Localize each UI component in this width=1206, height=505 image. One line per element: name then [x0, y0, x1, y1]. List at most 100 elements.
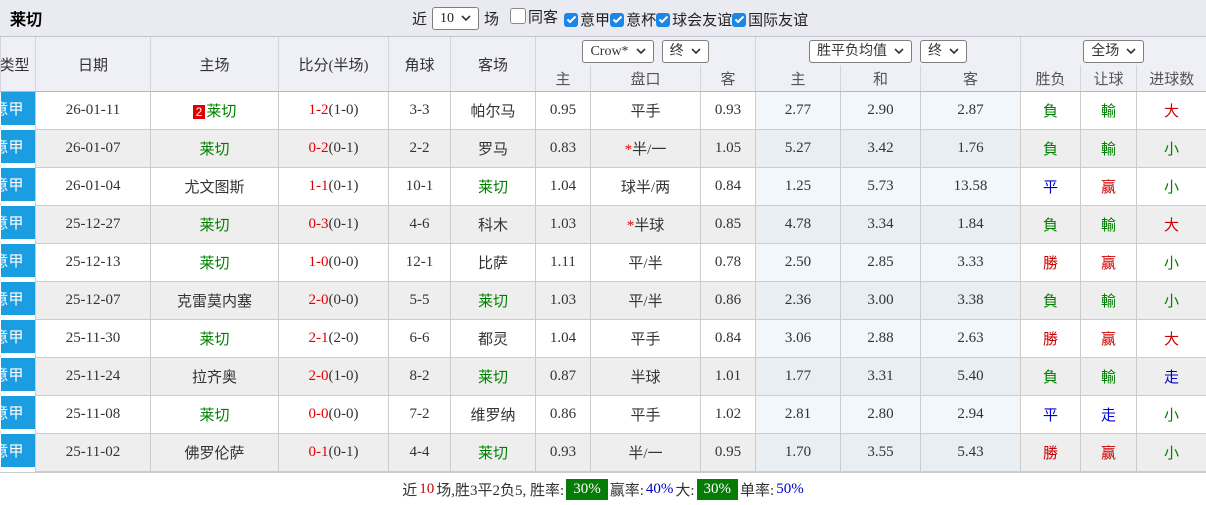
summary-text: 赢率: [610, 479, 644, 500]
scope-select[interactable]: 全场 [1083, 40, 1144, 63]
home-team-name: 莱切 [206, 104, 236, 120]
odds-company-select[interactable]: Crow* [582, 40, 653, 63]
league-label: 意甲 [1, 212, 24, 233]
cell-result: 平 [1021, 168, 1081, 206]
league-tag: 意甲 [1, 434, 36, 467]
away-team-name: 莱切 [478, 294, 508, 310]
checkbox-unchecked[interactable] [510, 8, 526, 24]
league-tag: 意甲 [1, 244, 36, 277]
cell-league: 意甲 [1, 320, 36, 358]
cell-date: 25-12-13 [36, 244, 151, 282]
cell-score: 1-0(0-0) [279, 244, 389, 282]
handicap-text: 半/一 [632, 142, 666, 158]
cell-handicap: 平手 [591, 320, 701, 358]
cell-date: 25-11-08 [36, 396, 151, 434]
cell-home-odds: 0.83 [536, 130, 591, 168]
avg-type-select[interactable]: 胜平负均值 [809, 40, 912, 63]
filter-checkbox-item: 国际友谊 [732, 9, 808, 30]
cell-league: 意甲 [1, 434, 36, 472]
col-header-home: 主场 [151, 37, 279, 92]
cell-home-odds: 0.93 [536, 434, 591, 472]
cell-away-odds: 0.93 [701, 92, 756, 130]
fulltime-score: 0-2 [309, 140, 329, 156]
cell-away-odds: 0.85 [701, 206, 756, 244]
cell-date: 25-11-30 [36, 320, 151, 358]
checkbox-checked[interactable] [656, 13, 670, 27]
check-icon [734, 15, 745, 24]
fulltime-score: 1-0 [309, 254, 329, 270]
cell-avg-away: 5.40 [921, 358, 1021, 396]
cell-away-team: 维罗纳 [451, 396, 536, 434]
avg-stage-select[interactable]: 终 [920, 40, 967, 63]
cell-avg-away: 2.87 [921, 92, 1021, 130]
home-team-name: 克雷莫内塞 [177, 294, 252, 310]
cell-goals-result: 小 [1137, 396, 1206, 434]
cell-result: 勝 [1021, 244, 1081, 282]
subheader-avg-home: 主 [756, 65, 841, 92]
fulltime-score: 0-0 [309, 406, 329, 422]
summary-text: 大: [675, 479, 694, 500]
league-tag: 意甲 [1, 130, 36, 163]
cell-goals-result: 小 [1137, 168, 1206, 206]
league-filter-checkboxes: 同客意甲意杯球会友谊国际友谊 [504, 6, 808, 31]
cell-home-team: 莱切 [151, 130, 279, 168]
away-team-name: 莱切 [478, 446, 508, 462]
cell-goals-result: 大 [1137, 92, 1206, 130]
checkbox-checked[interactable] [732, 13, 746, 27]
league-label: 意甲 [1, 98, 24, 119]
cell-corner: 2-2 [389, 130, 451, 168]
recent-count-select[interactable]: 10 [432, 7, 479, 30]
handicap-text: 球半/两 [621, 180, 670, 196]
away-team-name: 比萨 [478, 256, 508, 272]
league-label: 意甲 [1, 326, 24, 347]
cell-date: 26-01-04 [36, 168, 151, 206]
table-row: 意甲25-11-08莱切0-0(0-0)7-2维罗纳0.86平手1.022.81… [1, 396, 1206, 434]
table-row: 意甲25-11-02佛罗伦萨0-1(0-1)4-4莱切0.93半/一0.951.… [1, 434, 1206, 472]
cell-handicap: 球半/两 [591, 168, 701, 206]
check-icon [612, 15, 623, 24]
cell-away-odds: 0.86 [701, 282, 756, 320]
cell-league: 意甲 [1, 282, 36, 320]
cell-corner: 7-2 [389, 396, 451, 434]
home-team-name: 莱切 [199, 256, 229, 272]
near-label: 近 [412, 8, 427, 29]
home-team-name: 莱切 [199, 142, 229, 158]
match-table: 类型 日期 主场 比分(半场) 角球 客场 Crow* 终 [0, 37, 1206, 472]
cell-away-odds: 0.84 [701, 320, 756, 358]
cell-score: 1-1(0-1) [279, 168, 389, 206]
cell-handicap-result: 輸 [1081, 358, 1137, 396]
cell-home-team: 拉齐奥 [151, 358, 279, 396]
table-row: 意甲25-11-24拉齐奥2-0(1-0)8-2莱切0.87半球1.011.77… [1, 358, 1206, 396]
checkbox-checked[interactable] [610, 13, 624, 27]
cell-avg-draw: 2.90 [841, 92, 921, 130]
halftime-score: (1-0) [329, 368, 359, 384]
fulltime-score: 1-1 [309, 178, 329, 194]
cell-home-team: 克雷莫内塞 [151, 282, 279, 320]
cell-handicap-result: 赢 [1081, 434, 1137, 472]
league-label: 意甲 [1, 288, 24, 309]
summary-text: 10 [419, 481, 434, 498]
checkbox-label: 球会友谊 [672, 9, 732, 30]
col-header-score: 比分(半场) [279, 37, 389, 92]
cell-away-team: 罗马 [451, 130, 536, 168]
cell-home-team: 2莱切 [151, 92, 279, 130]
halftime-score: (0-1) [329, 444, 359, 460]
odds-stage-select[interactable]: 终 [662, 40, 709, 63]
cell-score: 0-3(0-1) [279, 206, 389, 244]
cell-away-odds: 0.84 [701, 168, 756, 206]
cell-score: 0-2(0-1) [279, 130, 389, 168]
league-label: 意甲 [1, 440, 24, 461]
col-header-type: 类型 [1, 37, 36, 92]
halftime-score: (2-0) [329, 330, 359, 346]
table-row: 意甲25-12-13莱切1-0(0-0)12-1比萨1.11平/半0.782.5… [1, 244, 1206, 282]
table-row: 意甲25-12-07克雷莫内塞2-0(0-0)5-5莱切1.03平/半0.862… [1, 282, 1206, 320]
cell-avg-draw: 2.80 [841, 396, 921, 434]
cell-score: 0-1(0-1) [279, 434, 389, 472]
cell-away-team: 比萨 [451, 244, 536, 282]
percent-badge: 30% [697, 479, 739, 500]
cell-date: 26-01-11 [36, 92, 151, 130]
checkbox-checked[interactable] [564, 13, 578, 27]
filter-checkbox-item: 球会友谊 [656, 9, 732, 30]
cell-corner: 3-3 [389, 92, 451, 130]
cell-score: 2-0(0-0) [279, 282, 389, 320]
